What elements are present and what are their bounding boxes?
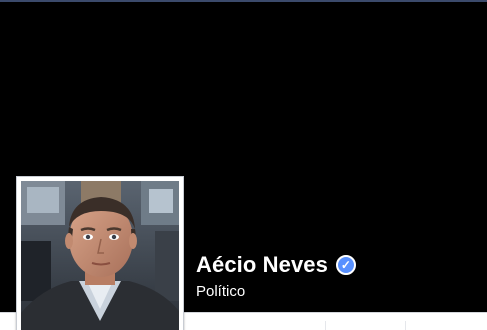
nav-divider xyxy=(405,321,406,330)
profile-name-row: Aécio Neves ✓ xyxy=(196,251,356,279)
verified-check-icon[interactable]: ✓ xyxy=(335,255,356,275)
profile-name[interactable]: Aécio Neves xyxy=(196,252,328,278)
nav-divider xyxy=(325,321,326,330)
profile-picture[interactable] xyxy=(16,176,184,330)
profile-header: Aécio Neves ✓ Político xyxy=(0,0,487,330)
profile-category[interactable]: Político xyxy=(196,283,245,300)
profile-photo-image xyxy=(21,181,179,330)
